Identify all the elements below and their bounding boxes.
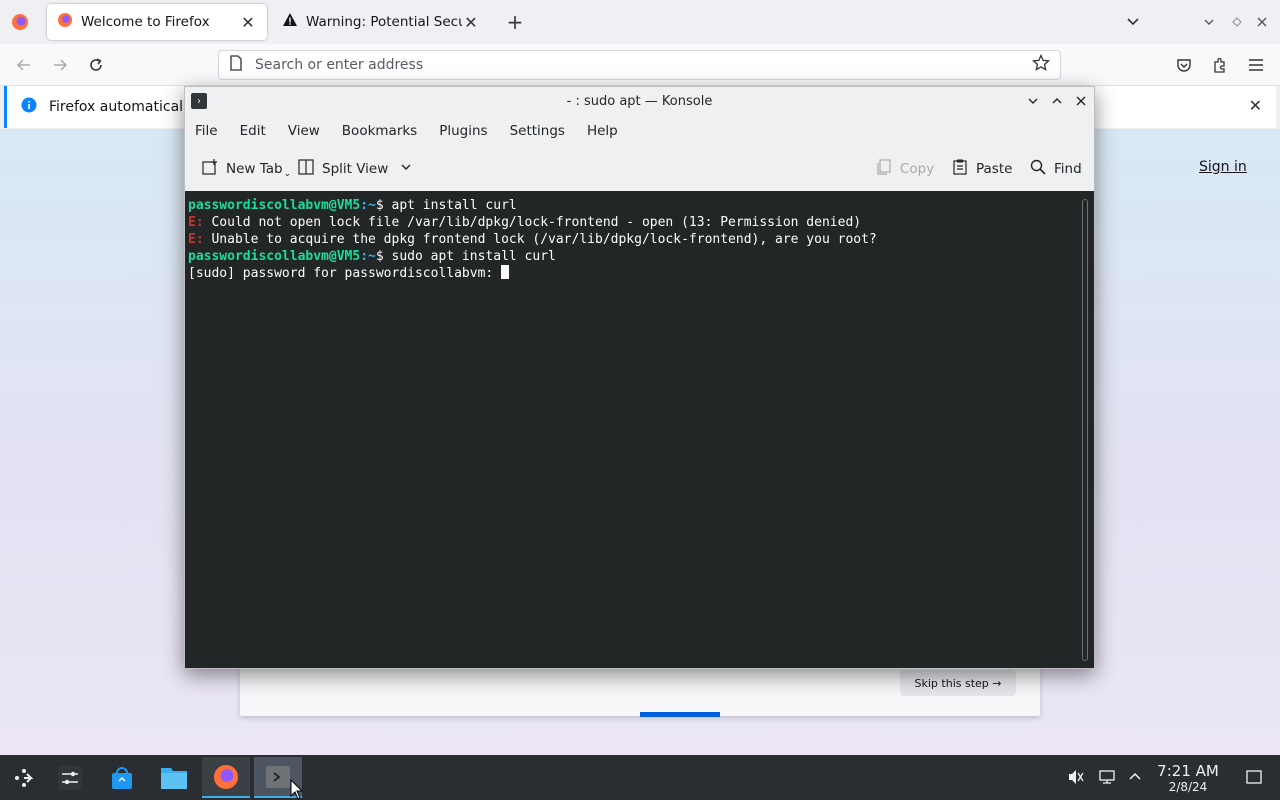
show-desktop-icon[interactable] xyxy=(1244,767,1264,787)
pocket-icon[interactable] xyxy=(1173,54,1195,76)
prompt-user-host: passwordiscollabvm@VM5 xyxy=(188,198,361,213)
maximize-icon[interactable] xyxy=(1227,12,1247,32)
clock-time: 7:21 AM xyxy=(1157,762,1219,780)
network-icon[interactable] xyxy=(1097,767,1117,787)
prompt-path: :~ xyxy=(360,198,376,213)
menu-settings[interactable]: Settings xyxy=(510,123,565,139)
konsole-menu-bar: File Edit View Bookmarks Plugins Setting… xyxy=(185,117,640,145)
dropdown-arrow-icon: ⌄ xyxy=(283,169,292,179)
copy-icon xyxy=(875,158,893,180)
window-close-icon[interactable] xyxy=(1252,12,1272,32)
mouse-pointer-icon xyxy=(290,778,304,800)
window-title: - : sudo apt — Konsole xyxy=(566,93,713,109)
chevron-down-icon[interactable] xyxy=(400,161,412,177)
url-placeholder: Search or enter address xyxy=(255,57,424,73)
maximize-icon[interactable] xyxy=(1048,92,1066,110)
tab-title: Warning: Potential Security Risk Ahead xyxy=(306,14,462,30)
onboarding-progress-bar xyxy=(640,712,720,717)
tab-title: Welcome to Firefox xyxy=(81,14,210,30)
firefox-taskbar-icon[interactable] xyxy=(202,757,250,798)
bookmark-star-icon[interactable] xyxy=(1031,53,1051,76)
firefox-view-icon[interactable] xyxy=(10,12,30,32)
copy-button[interactable]: Copy xyxy=(875,157,934,181)
terminal-area[interactable]: passwordiscollabvm@VM5:~$ apt install cu… xyxy=(185,191,1094,668)
firefox-tab-bar: Welcome to Firefox ✕ Warning: Potential … xyxy=(0,0,1280,44)
paste-icon xyxy=(951,158,969,180)
file-manager-icon[interactable] xyxy=(150,757,198,798)
menu-plugins[interactable]: Plugins xyxy=(439,123,487,139)
tab-welcome-to-firefox[interactable]: Welcome to Firefox ✕ xyxy=(47,4,267,40)
minimize-icon[interactable] xyxy=(1024,92,1042,110)
system-settings-icon[interactable] xyxy=(46,757,94,798)
back-icon[interactable] xyxy=(13,54,35,76)
firefox-nav-bar: Search or enter address xyxy=(0,44,1280,86)
konsole-titlebar[interactable]: › - : sudo apt — Konsole xyxy=(185,87,1094,115)
new-tab-label: New Tab xyxy=(226,161,283,177)
sudo-password-prompt: [sudo] password for passwordiscollabvm: xyxy=(188,266,502,281)
prompt-path: :~ xyxy=(360,249,376,264)
menu-bookmarks[interactable]: Bookmarks xyxy=(342,123,417,139)
menu-help[interactable]: Help xyxy=(587,123,618,139)
split-view-button[interactable]: Split View xyxy=(297,157,412,181)
terminal-cursor xyxy=(501,265,510,279)
close-notification-icon[interactable]: ✕ xyxy=(1249,96,1262,115)
menu-view[interactable]: View xyxy=(288,123,320,139)
close-tab-icon[interactable]: ✕ xyxy=(239,13,257,32)
forward-icon[interactable] xyxy=(49,54,71,76)
extensions-icon[interactable] xyxy=(1209,54,1231,76)
command-text: $ sudo apt install curl xyxy=(375,249,556,264)
tab-security-warning[interactable]: Warning: Potential Security Risk Ahead ✕ xyxy=(272,4,490,40)
warning-icon xyxy=(282,12,298,32)
find-label: Find xyxy=(1054,161,1082,177)
terminal-line: E: Unable to acquire the dpkg frontend l… xyxy=(188,231,1094,248)
paste-label: Paste xyxy=(976,161,1013,177)
konsole-app-icon[interactable]: › xyxy=(191,93,207,109)
close-tab-icon[interactable]: ✕ xyxy=(462,13,480,32)
tray-expand-icon[interactable] xyxy=(1125,767,1145,787)
error-text: Unable to acquire the dpkg frontend lock… xyxy=(203,232,877,247)
menu-edit[interactable]: Edit xyxy=(240,123,266,139)
terminal-line: passwordiscollabvm@VM5:~$ apt install cu… xyxy=(188,197,1094,214)
sign-in-link[interactable]: Sign in xyxy=(1199,159,1247,175)
firefox-icon xyxy=(57,12,73,32)
volume-muted-icon[interactable] xyxy=(1066,767,1086,787)
konsole-toolbar: New Tab ⌄ Split View Copy Paste Find xyxy=(185,151,1094,187)
paste-button[interactable]: Paste xyxy=(951,157,1012,181)
terminal-line: E: Could not open lock file /var/lib/dpk… xyxy=(188,214,1094,231)
new-tab-button[interactable]: New Tab ⌄ xyxy=(201,157,291,181)
konsole-window: › - : sudo apt — Konsole File Edit View … xyxy=(184,86,1095,669)
hamburger-menu-icon[interactable] xyxy=(1245,54,1267,76)
taskbar: 7:21 AM 2/8/24 xyxy=(0,755,1280,800)
clock-date: 2/8/24 xyxy=(1168,780,1208,794)
reload-icon[interactable] xyxy=(85,54,107,76)
terminal-line: passwordiscollabvm@VM5:~$ sudo apt insta… xyxy=(188,248,1094,265)
new-tab-icon xyxy=(201,158,219,180)
terminal-line: [sudo] password for passwordiscollabvm: xyxy=(188,265,1094,282)
prompt-user-host: passwordiscollabvm@VM5 xyxy=(188,249,361,264)
error-prefix: E: xyxy=(188,215,204,230)
onboarding-card: Skip this step → xyxy=(240,664,1040,717)
error-prefix: E: xyxy=(188,232,204,247)
find-button[interactable]: Find xyxy=(1029,157,1082,181)
application-launcher-icon[interactable] xyxy=(0,757,48,798)
menu-file[interactable]: File xyxy=(195,123,218,139)
page-icon xyxy=(229,55,243,75)
error-text: Could not open lock file /var/lib/dpkg/l… xyxy=(203,215,862,230)
digital-clock[interactable]: 7:21 AM 2/8/24 xyxy=(1152,762,1224,795)
discover-store-icon[interactable] xyxy=(98,757,146,798)
command-text: $ apt install curl xyxy=(375,198,517,213)
search-icon xyxy=(1029,158,1047,180)
skip-step-button[interactable]: Skip this step → xyxy=(900,670,1016,696)
copy-label: Copy xyxy=(900,161,935,177)
split-view-icon xyxy=(297,158,315,180)
split-view-label: Split View xyxy=(322,161,389,177)
new-tab-icon[interactable]: + xyxy=(505,10,525,34)
close-icon[interactable] xyxy=(1072,92,1090,110)
minimize-icon[interactable] xyxy=(1199,12,1219,32)
url-bar[interactable]: Search or enter address xyxy=(218,50,1061,80)
info-icon xyxy=(21,97,37,117)
terminal-scrollbar[interactable] xyxy=(1082,199,1088,661)
list-all-tabs-icon[interactable] xyxy=(1123,12,1143,32)
